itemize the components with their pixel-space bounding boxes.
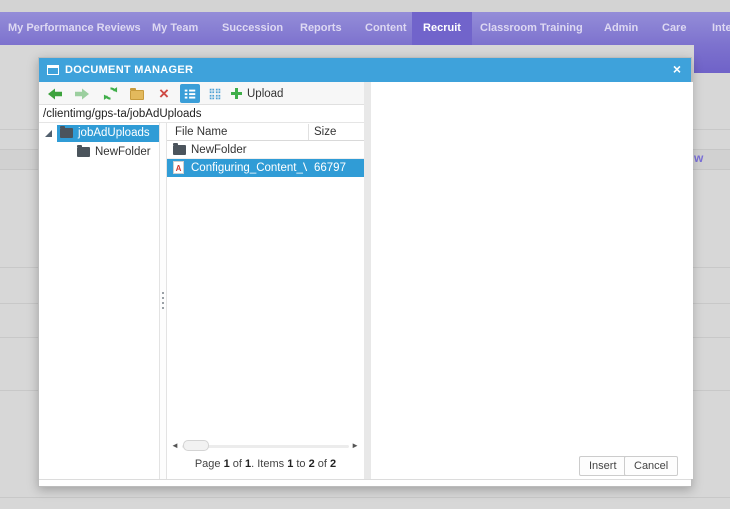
delete-button[interactable]: × (154, 84, 174, 103)
preview-panel: Insert Cancel (371, 82, 693, 479)
horizontal-scrollbar: ◄ ► (167, 438, 364, 454)
scroll-right-arrow-icon[interactable]: ► (351, 441, 359, 450)
nav-item-my-team[interactable]: My Team (152, 12, 198, 45)
folder-icon (173, 143, 186, 155)
tree-list-splitter[interactable] (159, 123, 167, 479)
forward-button[interactable] (72, 84, 92, 103)
column-header-file-name[interactable]: File Name (175, 123, 227, 141)
nav-item-admin[interactable]: Admin (604, 12, 638, 45)
nav-item-my-performance-reviews[interactable]: My Performance Reviews (8, 12, 141, 45)
nav-item-content[interactable]: Content (365, 12, 407, 45)
scrollbar-thumb[interactable] (183, 440, 209, 451)
file-list-header: File Name Size (167, 123, 364, 141)
nav-secondary-strip (694, 45, 730, 73)
tree-selected-highlight: jobAdUploads (57, 125, 159, 142)
list-view-icon (184, 89, 196, 99)
forward-arrow-icon (75, 88, 89, 99)
main-navbar: My Performance Reviews My Team Successio… (0, 12, 730, 45)
address-bar[interactable]: /clientimg/gps-ta/jobAdUploads (39, 105, 364, 123)
document-manager-dialog: DOCUMENT MANAGER × × Upload /clientimg/g… (38, 57, 693, 487)
refresh-button[interactable] (100, 84, 120, 103)
pager-status: Page 1 of 1. Items 1 to 2 of 2 (194, 458, 337, 470)
dialog-title: DOCUMENT MANAGER (65, 64, 194, 76)
delete-icon: × (159, 83, 169, 103)
list-view-button[interactable] (180, 84, 200, 103)
tree-item-label: jobAdUploads (78, 127, 150, 139)
nav-item-reports[interactable]: Reports (300, 12, 342, 45)
upload-button[interactable]: Upload (231, 84, 307, 103)
file-name: Configuring_Content_Vendo (191, 162, 307, 174)
file-size: 66797 (314, 162, 346, 174)
nav-item-classroom-training[interactable]: Classroom Training (480, 12, 583, 45)
refresh-icon (103, 87, 117, 100)
dialog-titlebar[interactable]: DOCUMENT MANAGER × (39, 58, 691, 82)
back-arrow-icon (48, 88, 62, 99)
pdf-file-icon: A (173, 161, 184, 174)
dialog-bottom-strip (39, 479, 691, 486)
back-button[interactable] (45, 84, 65, 103)
upload-plus-icon (231, 88, 242, 99)
nav-item-care[interactable]: Care (662, 12, 686, 45)
nav-item-succession[interactable]: Succession (222, 12, 283, 45)
file-row-selected-pdf[interactable]: A Configuring_Content_Vendo 66797 (167, 159, 364, 177)
file-explorer-toolbar: × Upload (39, 82, 364, 105)
file-row-newfolder[interactable]: NewFolder (167, 141, 364, 159)
top-strip (0, 0, 730, 12)
folder-tree-panel: jobAdUploads NewFolder (39, 123, 159, 479)
folder-icon (60, 126, 73, 138)
tree-expand-caret-icon[interactable] (45, 130, 52, 137)
new-folder-icon (130, 87, 144, 100)
list-preview-splitter[interactable] (364, 82, 371, 479)
bg-table-line (0, 497, 730, 498)
new-folder-button[interactable] (127, 84, 147, 103)
tree-item-label: NewFolder (95, 146, 151, 158)
window-icon (47, 65, 59, 75)
insert-button[interactable]: Insert (579, 456, 627, 476)
column-header-size[interactable]: Size (314, 123, 336, 141)
scroll-left-arrow-icon[interactable]: ◄ (171, 441, 179, 450)
nav-item-inte-cutoff[interactable]: Inte (712, 12, 730, 45)
bg-partial-link-text: w (694, 151, 704, 165)
grid-view-icon (209, 88, 221, 99)
file-name: NewFolder (191, 144, 247, 156)
column-separator (308, 124, 309, 140)
splitter-grip-icon (162, 289, 164, 312)
grid-view-button[interactable] (205, 84, 225, 103)
tree-item-newfolder[interactable]: NewFolder (77, 144, 159, 161)
screen: My Performance Reviews My Team Successio… (0, 0, 730, 509)
file-list-panel: File Name Size NewFolder A Configuring_C… (167, 123, 364, 479)
close-icon[interactable]: × (673, 58, 681, 82)
cancel-button[interactable]: Cancel (624, 456, 679, 476)
folder-icon (77, 145, 90, 157)
nav-item-recruit-active[interactable]: Recruit (412, 12, 472, 45)
upload-label: Upload (247, 87, 284, 100)
tree-item-jobaduploads[interactable]: jobAdUploads (39, 125, 159, 142)
